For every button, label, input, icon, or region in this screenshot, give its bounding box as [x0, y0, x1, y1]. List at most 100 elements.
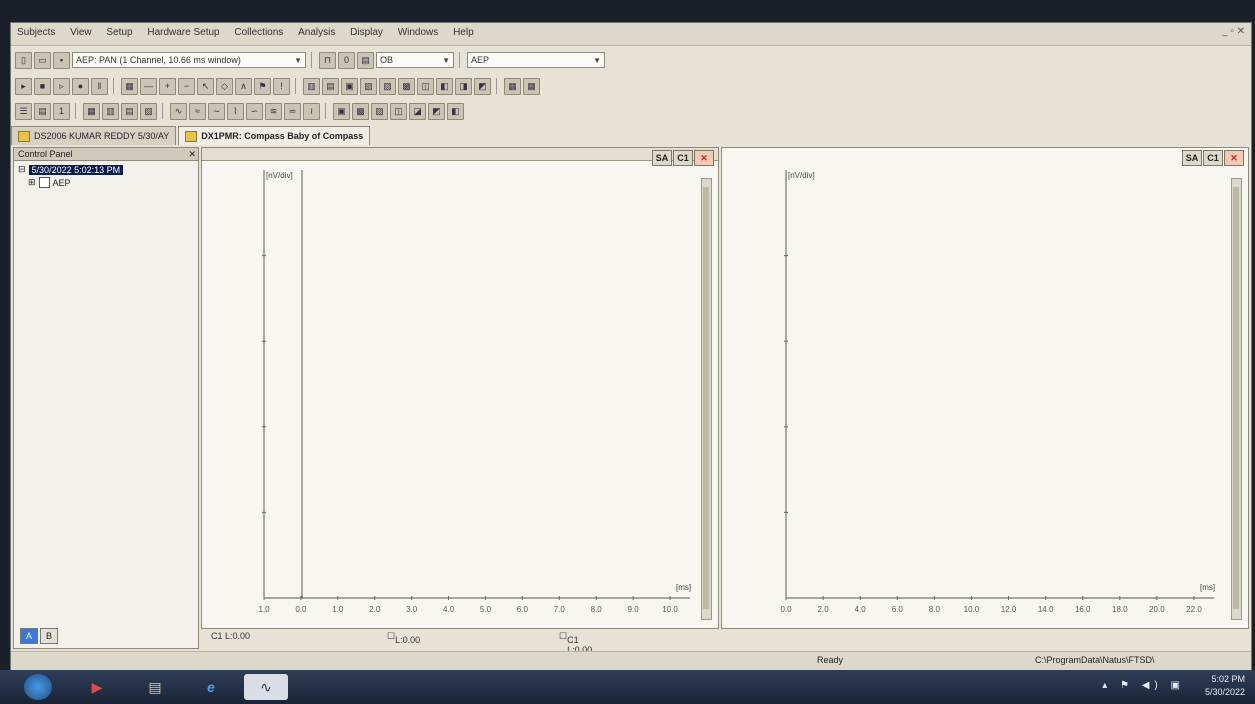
layout-icon[interactable]: ◨ — [455, 77, 472, 95]
toolbar-separator — [311, 52, 314, 68]
tab-patient-1[interactable]: DS2006 KUMAR REDDY 5/30/AY — [11, 126, 177, 145]
wave-icon[interactable]: ∼ — [208, 102, 225, 120]
layout-icon[interactable]: ▥ — [303, 77, 320, 95]
tree-item-aep[interactable]: ⊞ AEP — [18, 176, 194, 189]
menu-collections[interactable]: Collections — [228, 23, 289, 42]
close-icon[interactable]: ✕ — [188, 148, 196, 160]
list-icon[interactable]: ▤ — [34, 102, 51, 120]
wave-icon[interactable]: ∽ — [246, 102, 263, 120]
montage-icon[interactable]: ◪ — [409, 102, 426, 120]
eclipse-app-icon[interactable]: ∿ — [244, 674, 288, 700]
wave-icon[interactable]: ≋ — [265, 102, 282, 120]
layout-icon[interactable]: ◩ — [474, 77, 491, 95]
report-icon[interactable]: ▦ — [523, 77, 540, 95]
vertical-scrollbar[interactable] — [701, 178, 712, 620]
wave-icon[interactable]: ≈ — [189, 102, 206, 120]
stop-icon[interactable]: ■ — [34, 77, 51, 95]
view-a-button[interactable]: A — [20, 628, 38, 644]
waveform-chart-left[interactable]: SA C1 ✕ [nV/div] [ms] 1.0 0.0 1.0 2.0 3.0 4.0 5.… — [201, 147, 719, 629]
folder-icon[interactable]: ▤ — [140, 674, 170, 700]
number-icon[interactable]: 1 — [53, 102, 70, 120]
tray-icons[interactable]: ▴ ⚑ ◀) ▣ — [1102, 680, 1185, 691]
wave-icon[interactable]: ≀ — [303, 102, 320, 120]
mode-select[interactable]: AEP ▼ — [467, 52, 605, 68]
pause-icon[interactable]: ‖ — [91, 77, 108, 95]
aep-checkbox[interactable] — [38, 177, 50, 188]
cursor-icon[interactable]: ↖ — [197, 77, 214, 95]
line-icon[interactable]: — — [140, 77, 157, 95]
table-icon[interactable]: ▥ — [102, 102, 119, 120]
zoom-in-icon[interactable]: + — [159, 77, 176, 95]
menu-display[interactable]: Display — [344, 23, 389, 42]
mdi-controls[interactable]: _ ▫ ✕ — [1222, 26, 1245, 37]
vertical-scrollbar[interactable] — [1231, 178, 1242, 620]
layout-icon[interactable]: ◧ — [436, 77, 453, 95]
montage-icon[interactable]: ▨ — [371, 102, 388, 120]
report-icon[interactable]: ▦ — [504, 77, 521, 95]
x-tick-label: 0.0 — [780, 605, 792, 614]
tree-item-session[interactable]: ⊟ 5/30/2022 5:02:13 PM — [18, 163, 194, 176]
wave-icon[interactable]: ∿ — [170, 102, 187, 120]
tab-label: DX1PMR: Compass Baby of Compass — [201, 131, 364, 141]
zero-icon[interactable]: 0 — [338, 51, 355, 69]
start-button-icon[interactable] — [24, 674, 52, 700]
menu-hardware-setup[interactable]: Hardware Setup — [141, 23, 225, 42]
media-player-icon[interactable]: ▶ — [82, 674, 112, 700]
status-path: C:\ProgramData\Natus\FTSD\ — [1035, 655, 1155, 665]
browser-icon[interactable]: e — [196, 674, 226, 700]
montage-icon[interactable]: ◧ — [447, 102, 464, 120]
flag-icon[interactable]: ⚑ — [254, 77, 271, 95]
new-icon[interactable]: ▯ — [15, 51, 32, 69]
save-icon[interactable]: ▪ — [53, 51, 70, 69]
layout-icon[interactable]: ▧ — [360, 77, 377, 95]
chevron-down-icon: ▼ — [442, 55, 450, 65]
expand-icon[interactable]: ⊟ — [18, 164, 26, 175]
menu-windows[interactable]: Windows — [392, 23, 445, 42]
table-icon[interactable]: ▧ — [140, 102, 157, 120]
menu-help[interactable]: Help — [447, 23, 480, 42]
toolbar-row-2: ▸ ■ ▹ ● ‖ ▦ — + − ↖ ◇ ∧ ⚑ ! ▥ ▤ ▣ ▧ ▨ ▩ … — [15, 75, 540, 97]
scrollbar-thumb[interactable] — [703, 187, 709, 609]
menu-analysis[interactable]: Analysis — [292, 23, 341, 42]
tab-patient-2[interactable]: DX1PMR: Compass Baby of Compass — [178, 126, 371, 145]
layout-icon[interactable]: ▤ — [322, 77, 339, 95]
print-icon[interactable]: ▤ — [357, 51, 374, 69]
grid-icon[interactable]: ▦ — [121, 77, 138, 95]
menu-subjects[interactable]: Subjects — [11, 23, 61, 42]
layout-icon[interactable]: ▨ — [379, 77, 396, 95]
step-icon[interactable]: ▹ — [53, 77, 70, 95]
expand-icon[interactable]: ⊞ — [28, 177, 36, 188]
protocol-select[interactable]: AEP: PAN (1 Channel, 10.66 ms window) ▼ — [72, 52, 306, 68]
chevron-down-icon: ▼ — [294, 55, 302, 65]
layout-icon[interactable]: ▩ — [398, 77, 415, 95]
menu-view[interactable]: View — [64, 23, 98, 42]
view-b-button[interactable]: B — [40, 628, 58, 644]
open-icon[interactable]: ▭ — [34, 51, 51, 69]
zoom-out-icon[interactable]: − — [178, 77, 195, 95]
record-icon[interactable]: ● — [72, 77, 89, 95]
pulse-icon[interactable]: ⊓ — [319, 51, 336, 69]
wave-icon[interactable]: ⌇ — [227, 102, 244, 120]
waveform-chart-right[interactable]: SA C1 ✕ [nV/div] [ms] 0.0 2.0 4.0 6.0 8.0 10.0 1… — [721, 147, 1249, 629]
channel-select[interactable]: OB ▼ — [376, 52, 454, 68]
play-icon[interactable]: ▸ — [15, 77, 32, 95]
warning-icon[interactable]: ! — [273, 77, 290, 95]
wave-icon[interactable]: ⋍ — [284, 102, 301, 120]
layout-icon[interactable]: ▣ — [341, 77, 358, 95]
marker-icon[interactable]: ◇ — [216, 77, 233, 95]
montage-icon[interactable]: ◫ — [390, 102, 407, 120]
y-axis-label: [nV/div] — [266, 171, 293, 180]
montage-icon[interactable]: ▣ — [333, 102, 350, 120]
scrollbar-thumb[interactable] — [1233, 187, 1239, 609]
clock[interactable]: 5:02 PM 5/30/2022 — [1205, 673, 1245, 699]
menu-setup[interactable]: Setup — [100, 23, 138, 42]
tree-item-label: AEP — [52, 177, 71, 188]
montage-icon[interactable]: ▩ — [352, 102, 369, 120]
table-icon[interactable]: ▤ — [121, 102, 138, 120]
table-icon[interactable]: ▦ — [83, 102, 100, 120]
clock-time: 5:02 PM — [1211, 674, 1245, 684]
peak-icon[interactable]: ∧ — [235, 77, 252, 95]
layout-icon[interactable]: ◫ — [417, 77, 434, 95]
montage-icon[interactable]: ◩ — [428, 102, 445, 120]
list-icon[interactable]: ☰ — [15, 102, 32, 120]
